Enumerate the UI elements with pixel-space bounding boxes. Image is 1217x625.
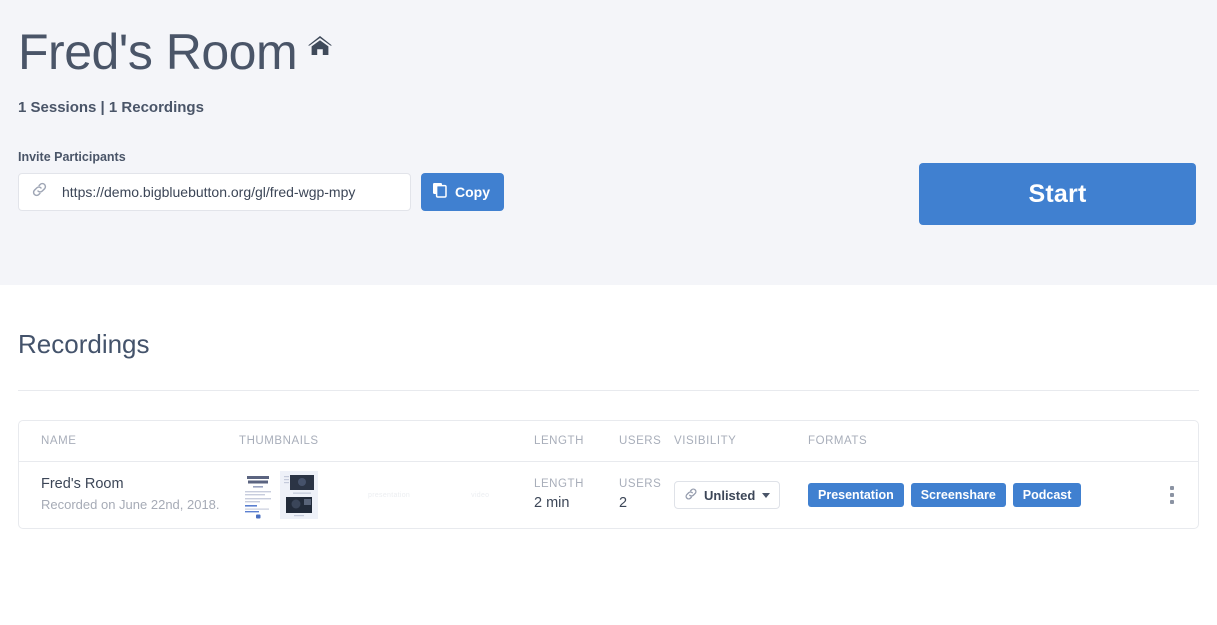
invite-url-field[interactable]: https://demo.bigbluebutton.org/gl/fred-w…: [18, 172, 411, 211]
session-recording-counts: 1 Sessions | 1 Recordings: [18, 98, 204, 116]
invite-participants-label: Invite Participants: [18, 149, 126, 164]
table-row[interactable]: Fred's Room Recorded on June 22nd, 2018.: [19, 462, 1198, 528]
recording-users-cell: USERS 2: [619, 476, 674, 514]
recording-length: 2 min: [534, 494, 570, 511]
visibility-value: Unlisted: [704, 487, 756, 503]
recording-menu-cell: [1146, 482, 1198, 508]
chain-link-icon: [31, 181, 48, 203]
length-inline-label: LENGTH: [534, 478, 584, 491]
home-icon: [307, 34, 333, 63]
recording-name: Fred's Room: [41, 476, 124, 493]
chain-link-icon: [684, 487, 698, 504]
format-podcast-button[interactable]: Podcast: [1012, 483, 1082, 507]
users-inline-label: USERS: [619, 478, 662, 491]
thumbnail-placeholder-1: presentation: [368, 491, 411, 499]
recordings-table: NAME THUMBNAILS LENGTH USERS VISIBILITY …: [18, 420, 1199, 529]
format-screenshare-button[interactable]: Screenshare: [910, 483, 1006, 507]
format-presentation-button[interactable]: Presentation: [808, 483, 904, 507]
recording-name-cell: Fred's Room Recorded on June 22nd, 2018.: [19, 475, 239, 514]
recording-thumbnails-cell: presentation video: [239, 469, 534, 521]
recording-visibility-cell: Unlisted: [674, 481, 808, 509]
thumbnail-presentation[interactable]: [239, 471, 277, 519]
copy-icon: [432, 182, 448, 201]
recording-date: Recorded on June 22nd, 2018.: [41, 497, 220, 513]
title-row: Fred's Room: [18, 0, 1199, 79]
recording-length-cell: LENGTH 2 min: [534, 476, 619, 514]
page-title: Fred's Room: [18, 24, 298, 80]
recordings-heading: Recordings: [18, 329, 150, 359]
column-header-name: NAME: [41, 435, 77, 447]
copy-button-label: Copy: [455, 183, 490, 200]
section-divider: [18, 390, 1199, 391]
recording-formats-cell: Presentation Screenshare Podcast: [808, 483, 1146, 507]
start-button[interactable]: Start: [919, 163, 1196, 225]
thumbnail-placeholder-2: video: [471, 491, 490, 499]
kebab-menu-icon[interactable]: [1166, 482, 1178, 508]
recording-users: 2: [619, 494, 628, 511]
column-header-visibility: VISIBILITY: [674, 435, 737, 447]
visibility-dropdown[interactable]: Unlisted: [674, 481, 781, 509]
thumbnail-video[interactable]: [280, 471, 318, 519]
column-header-users: USERS: [619, 435, 662, 447]
room-hero-banner: Fred's Room 1 Sessions | 1 Recordings In…: [0, 0, 1217, 285]
invite-url-text: https://demo.bigbluebutton.org/gl/fred-w…: [62, 183, 356, 200]
column-header-length: LENGTH: [534, 435, 584, 447]
copy-button[interactable]: Copy: [421, 172, 504, 211]
recordings-section: Recordings NAME THUMBNAILS LENGTH USERS …: [0, 285, 1217, 529]
table-header-row: NAME THUMBNAILS LENGTH USERS VISIBILITY …: [19, 421, 1198, 462]
column-header-formats: FORMATS: [808, 435, 868, 447]
chevron-down-icon: [762, 492, 771, 498]
column-header-thumbnails: THUMBNAILS: [239, 435, 319, 447]
